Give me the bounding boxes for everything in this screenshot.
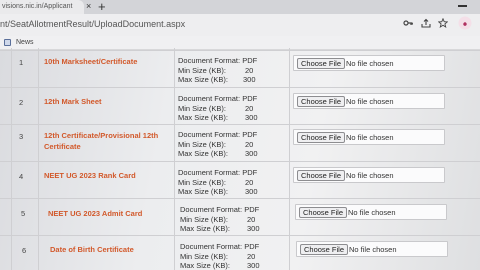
row-number: 2 (19, 98, 24, 107)
row-number: 3 (19, 132, 24, 141)
document-name: 12th Certificate/Provisional 12th Certif… (44, 131, 159, 151)
min-size-value: 20 (245, 103, 254, 113)
tab-title: visions.nic.in/Applicant (2, 3, 73, 10)
table-row: 3 12th Certificate/Provisional 12th Cert… (0, 125, 480, 162)
document-name: Date of Birth Certificate (50, 245, 134, 254)
max-size-value: 300 (245, 149, 258, 158)
row-number: 4 (19, 172, 24, 181)
document-requirements: Document Format: PDF Min Size (KB): 20 Ma… (180, 205, 260, 234)
browser-tab[interactable]: visions.nic.in/Applicant (0, 0, 84, 14)
choose-file-button[interactable]: Choose File (297, 132, 346, 143)
url-field[interactable]: nt/SeatAllotmentResult/UploadDocument.as… (0, 19, 185, 29)
file-status: No file chosen (349, 245, 397, 254)
file-upload-input[interactable]: Choose File No file chosen (293, 167, 445, 183)
share-icon[interactable] (421, 18, 431, 31)
file-upload-input[interactable]: Choose File No file chosen (295, 204, 447, 220)
choose-file-button[interactable]: Choose File (300, 244, 349, 255)
file-status: No file chosen (346, 171, 394, 180)
max-size-label: Max Size (KB): (180, 261, 231, 270)
table-row: 4 NEET UG 2023 Rank Card Document Format… (0, 162, 480, 199)
table-row: 6 Date of Birth Certificate Document For… (0, 236, 480, 270)
max-size-label: Max Size (KB): (178, 187, 229, 196)
document-name: NEET UG 2023 Admit Card (48, 209, 143, 218)
min-size-label: Min Size (KB): (180, 251, 228, 261)
document-requirements: Document Format: PDF Min Size (KB): 20 Ma… (178, 56, 257, 85)
min-size-value: 20 (247, 251, 256, 261)
min-size-value: 20 (245, 177, 254, 187)
format-value: PDF (244, 205, 260, 214)
format-label: Document Format: (180, 205, 243, 214)
choose-file-button[interactable]: Choose File (297, 96, 346, 107)
choose-file-button[interactable]: Choose File (299, 207, 348, 218)
choose-file-button[interactable]: Choose File (297, 58, 346, 69)
max-size-value: 300 (245, 113, 258, 122)
format-label: Document Format: (178, 168, 241, 177)
max-size-label: Max Size (KB): (178, 149, 229, 158)
min-size-label: Min Size (KB): (178, 139, 226, 149)
document-name: NEET UG 2023 Rank Card (44, 171, 136, 180)
row-number: 5 (21, 209, 26, 218)
format-value: PDF (244, 242, 260, 251)
min-size-label: Min Size (KB): (178, 177, 226, 187)
address-bar: nt/SeatAllotmentResult/UploadDocument.as… (0, 14, 480, 36)
min-size-value: 20 (247, 214, 256, 224)
format-label: Document Format: (180, 242, 243, 251)
max-size-value: 300 (245, 187, 258, 196)
file-status: No file chosen (346, 59, 394, 68)
table-row: 1 10th Marksheet/Certificate Document Fo… (0, 51, 480, 88)
document-requirements: Document Format: PDF Min Size (KB): 20 Ma… (178, 94, 258, 123)
file-upload-input[interactable]: Choose File No file chosen (293, 93, 445, 109)
profile-avatar-icon[interactable]: ⦁ (458, 16, 472, 33)
min-size-label: Min Size (KB): (178, 103, 226, 113)
format-value: PDF (242, 56, 258, 65)
document-requirements: Document Format: PDF Min Size (KB): 20 Ma… (178, 130, 258, 159)
browser-tab-strip: visions.nic.in/Applicant × + (0, 0, 480, 14)
max-size-label: Max Size (KB): (178, 75, 229, 84)
document-name: 12th Mark Sheet (44, 97, 102, 106)
max-size-value: 300 (243, 75, 256, 84)
document-requirements: Document Format: PDF Min Size (KB): 20 Ma… (178, 168, 258, 197)
file-upload-input[interactable]: Choose File No file chosen (293, 129, 445, 145)
key-icon[interactable] (403, 18, 413, 31)
new-tab-icon[interactable]: + (98, 0, 106, 14)
max-size-value: 300 (247, 224, 260, 233)
max-size-label: Max Size (KB): (178, 113, 229, 122)
min-size-label: Min Size (KB): (180, 214, 228, 224)
close-tab-icon[interactable]: × (86, 1, 91, 11)
format-label: Document Format: (178, 94, 241, 103)
format-label: Document Format: (178, 130, 241, 139)
table-row: 2 12th Mark Sheet Document Format: PDF M… (0, 88, 480, 125)
choose-file-button[interactable]: Choose File (297, 170, 346, 181)
file-status: No file chosen (346, 133, 394, 142)
row-number: 1 (19, 58, 24, 67)
min-size-value: 20 (245, 139, 254, 149)
file-status: No file chosen (346, 97, 394, 106)
star-bookmark-icon[interactable] (437, 17, 449, 31)
min-size-label: Min Size (KB): (178, 65, 226, 75)
svg-text:⦁: ⦁ (463, 19, 467, 28)
document-upload-table: 1 10th Marksheet/Certificate Document Fo… (0, 48, 480, 270)
format-value: PDF (242, 168, 258, 177)
format-label: Document Format: (178, 56, 241, 65)
format-value: PDF (242, 94, 258, 103)
minimize-window-icon[interactable] (458, 5, 467, 7)
min-size-value: 20 (245, 65, 254, 75)
table-row: 5 NEET UG 2023 Admit Card Document Forma… (0, 199, 480, 236)
document-requirements: Document Format: PDF Min Size (KB): 20 Ma… (180, 242, 260, 270)
format-value: PDF (242, 130, 258, 139)
bookmark-news[interactable]: News (16, 39, 34, 46)
file-upload-input[interactable]: Choose File No file chosen (293, 55, 445, 71)
row-number: 6 (22, 246, 27, 255)
max-size-label: Max Size (KB): (180, 224, 231, 233)
file-upload-input[interactable]: Choose File No file chosen (296, 241, 448, 257)
max-size-value: 300 (247, 261, 260, 270)
file-status: No file chosen (348, 208, 396, 217)
page-icon (4, 39, 11, 46)
document-name: 10th Marksheet/Certificate (44, 57, 138, 66)
